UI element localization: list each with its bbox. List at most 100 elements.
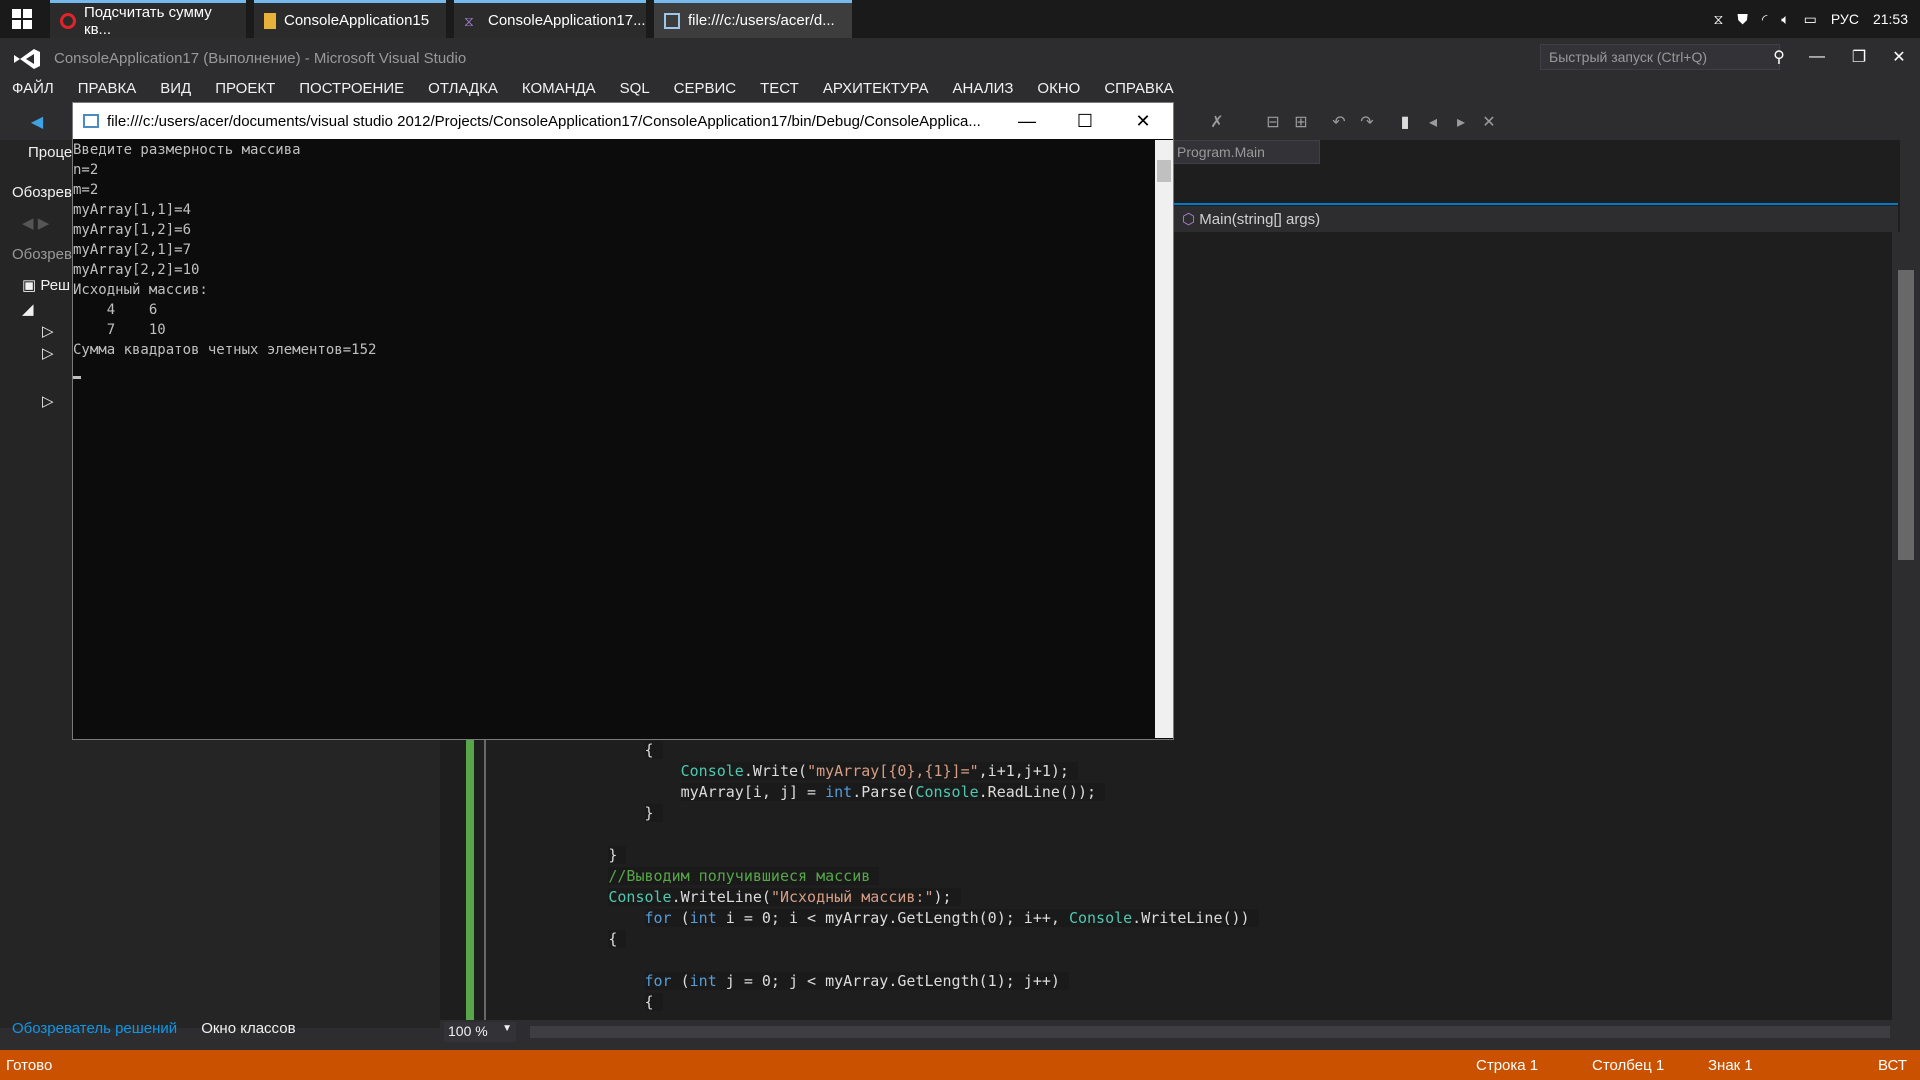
code-line: Console.WriteLine("Исходный массив:"); xyxy=(608,888,961,906)
console-cursor xyxy=(73,376,81,379)
taskbar-tab-label: file:///c:/users/acer/d... xyxy=(688,12,835,29)
status-char: Знак 1 xyxy=(1708,1056,1753,1074)
left-panel-tabs: Обозреватель решений Окно классов xyxy=(0,1014,308,1044)
code-line: //Выводим получившиеся массив xyxy=(500,866,1259,887)
wifi-icon[interactable]: ◜ xyxy=(1762,11,1767,28)
restore-button[interactable]: ❐ xyxy=(1842,44,1876,70)
code-line: for (int j = 0; j < myArray.GetLength(1)… xyxy=(644,972,1069,990)
code-line: for (int i = 0; i < myArray.GetLength(0)… xyxy=(644,909,1259,927)
solution-icon: ▣ xyxy=(22,277,37,294)
taskbar-tab-visual-studio[interactable]: ⧖ ConsoleApplication17... xyxy=(454,0,646,38)
console-scroll-thumb[interactable] xyxy=(1157,160,1171,182)
explorer-title: Обозрев xyxy=(12,184,72,201)
outline-line xyxy=(484,740,486,1028)
folder-icon xyxy=(264,12,276,29)
taskbar-tab-console[interactable]: file:///c:/users/acer/d... xyxy=(654,0,852,38)
code-line: { xyxy=(608,930,627,948)
taskbar-tab-label: Подсчитать сумму кв... xyxy=(84,3,212,38)
back-navigation-icon[interactable]: ◀ xyxy=(28,112,46,131)
quick-launch-placeholder: Быстрый запуск (Ctrl+Q) xyxy=(1549,49,1708,65)
console-app-icon xyxy=(664,12,680,29)
opera-icon xyxy=(60,12,76,29)
menu-file[interactable]: ФАЙЛ xyxy=(0,78,66,102)
search-icon[interactable]: ⚲ xyxy=(1762,44,1796,70)
horizontal-scrollbar[interactable] xyxy=(530,1026,1890,1038)
console-minimize-button[interactable]: — xyxy=(998,103,1056,139)
editor-tab-line xyxy=(1172,203,1898,205)
volume-icon[interactable]: 🔈︎ xyxy=(1781,11,1789,28)
clock[interactable]: 21:53 xyxy=(1873,11,1908,27)
language-indicator[interactable]: РУС xyxy=(1831,11,1859,27)
status-insert-mode: ВСТ xyxy=(1878,1056,1908,1074)
tab-solution-explorer[interactable]: Обозреватель решений xyxy=(0,1014,189,1044)
menu-architecture[interactable]: АРХИТЕКТУРА xyxy=(811,78,941,102)
window-title: ConsoleApplication17 (Выполнение) - Micr… xyxy=(54,50,467,67)
taskbar-tab-explorer[interactable]: ConsoleApplication15 xyxy=(254,0,446,38)
explorer-search[interactable]: Обозрев xyxy=(12,246,72,263)
menu-view[interactable]: ВИД xyxy=(148,78,203,102)
expand-icon[interactable]: ▷ xyxy=(42,392,54,410)
status-column: Столбец 1 xyxy=(1592,1056,1665,1074)
menu-analyze[interactable]: АНАЛИЗ xyxy=(941,78,1026,102)
console-output: Введите размерность массива n=2 m=2 myAr… xyxy=(73,142,377,358)
collapse-icon[interactable]: ◢ xyxy=(22,300,34,318)
code-line: { xyxy=(644,741,663,759)
menu-project[interactable]: ПРОЕКТ xyxy=(203,78,287,102)
undo-icon[interactable]: ↶ xyxy=(1330,112,1348,131)
windows-logo-icon xyxy=(12,9,32,29)
menu-debug[interactable]: ОТЛАДКА xyxy=(416,78,510,102)
vertical-scroll-thumb[interactable] xyxy=(1898,270,1914,560)
zoom-value: 100 % xyxy=(448,1023,488,1039)
start-button[interactable] xyxy=(0,0,44,38)
vs-tray-icon[interactable]: ⧖ xyxy=(1714,11,1724,28)
menu-help[interactable]: СПРАВКА xyxy=(1092,78,1185,102)
back-icon[interactable]: ◀ ▶ xyxy=(22,214,49,232)
taskbar-tab-opera[interactable]: Подсчитать сумму кв... xyxy=(50,0,246,38)
quick-launch-input[interactable]: Быстрый запуск (Ctrl+Q) xyxy=(1540,44,1780,70)
console-title: file:///c:/users/acer/documents/visual s… xyxy=(107,112,981,130)
shield-icon[interactable]: ⛊ xyxy=(1737,11,1748,28)
console-scrollbar[interactable] xyxy=(1155,140,1173,738)
menu-team[interactable]: КОМАНДА xyxy=(510,78,608,102)
prev-bookmark-icon[interactable]: ◂ xyxy=(1424,112,1442,131)
menu-sql[interactable]: SQL xyxy=(608,78,662,102)
member-label: Main(string[] args) xyxy=(1199,211,1321,228)
menu-edit[interactable]: ПРАВКА xyxy=(66,78,149,102)
zoom-dropdown[interactable]: 100 % ▼ xyxy=(444,1022,516,1042)
battery-icon[interactable]: ▭ xyxy=(1804,11,1817,28)
code-lines: { Console.Write("myArray[{0},{1}]=",i+1,… xyxy=(500,740,1259,1013)
process-label: Проце xyxy=(28,144,73,161)
method-icon: ⬡ xyxy=(1182,211,1196,228)
redo-icon[interactable]: ↷ xyxy=(1358,112,1376,131)
console-maximize-button[interactable]: ☐ xyxy=(1056,103,1114,139)
navigation-combo[interactable]: Program.Main xyxy=(1170,140,1320,164)
menu-build[interactable]: ПОСТРОЕНИЕ xyxy=(287,78,416,102)
align-center-icon[interactable]: ⊞ xyxy=(1292,112,1310,131)
console-app-icon xyxy=(83,114,99,128)
bookmark-icon[interactable]: ▮ xyxy=(1396,112,1414,131)
code-line: myArray[i, j] = int.Parse(Console.ReadLi… xyxy=(680,783,1106,801)
code-line: Console.Write("myArray[{0},{1}]=",i+1,j+… xyxy=(680,762,1078,780)
member-dropdown[interactable]: ⬡ Main(string[] args) xyxy=(1172,206,1898,232)
expand-icon[interactable]: ▷ xyxy=(42,322,54,340)
status-bar: Готово Строка 1 Столбец 1 Знак 1 ВСТ xyxy=(0,1050,1920,1080)
menu-window[interactable]: ОКНО xyxy=(1025,78,1092,102)
visual-studio-logo-icon xyxy=(14,49,40,69)
next-bookmark-icon[interactable]: ▸ xyxy=(1452,112,1470,131)
solution-item[interactable]: ▣ Реш xyxy=(22,276,70,294)
clear-bookmarks-icon[interactable]: ✕ xyxy=(1480,112,1498,131)
expand-icon[interactable]: ▷ xyxy=(42,344,54,362)
console-close-button[interactable]: ✕ xyxy=(1114,103,1172,139)
menu-test[interactable]: ТЕСТ xyxy=(748,78,811,102)
code-line: } xyxy=(644,804,663,822)
breakpoints-icon[interactable]: ✗ xyxy=(1208,112,1226,131)
align-left-icon[interactable]: ⊟ xyxy=(1264,112,1282,131)
visual-studio-icon: ⧖ xyxy=(464,12,474,29)
menu-tools[interactable]: СЕРВИС xyxy=(662,78,748,102)
code-line: } xyxy=(608,846,627,864)
close-button[interactable]: ✕ xyxy=(1882,44,1916,70)
minimize-button[interactable]: — xyxy=(1800,44,1834,70)
taskbar-tab-label: ConsoleApplication15 xyxy=(284,12,430,29)
tab-class-view[interactable]: Окно классов xyxy=(189,1014,307,1044)
